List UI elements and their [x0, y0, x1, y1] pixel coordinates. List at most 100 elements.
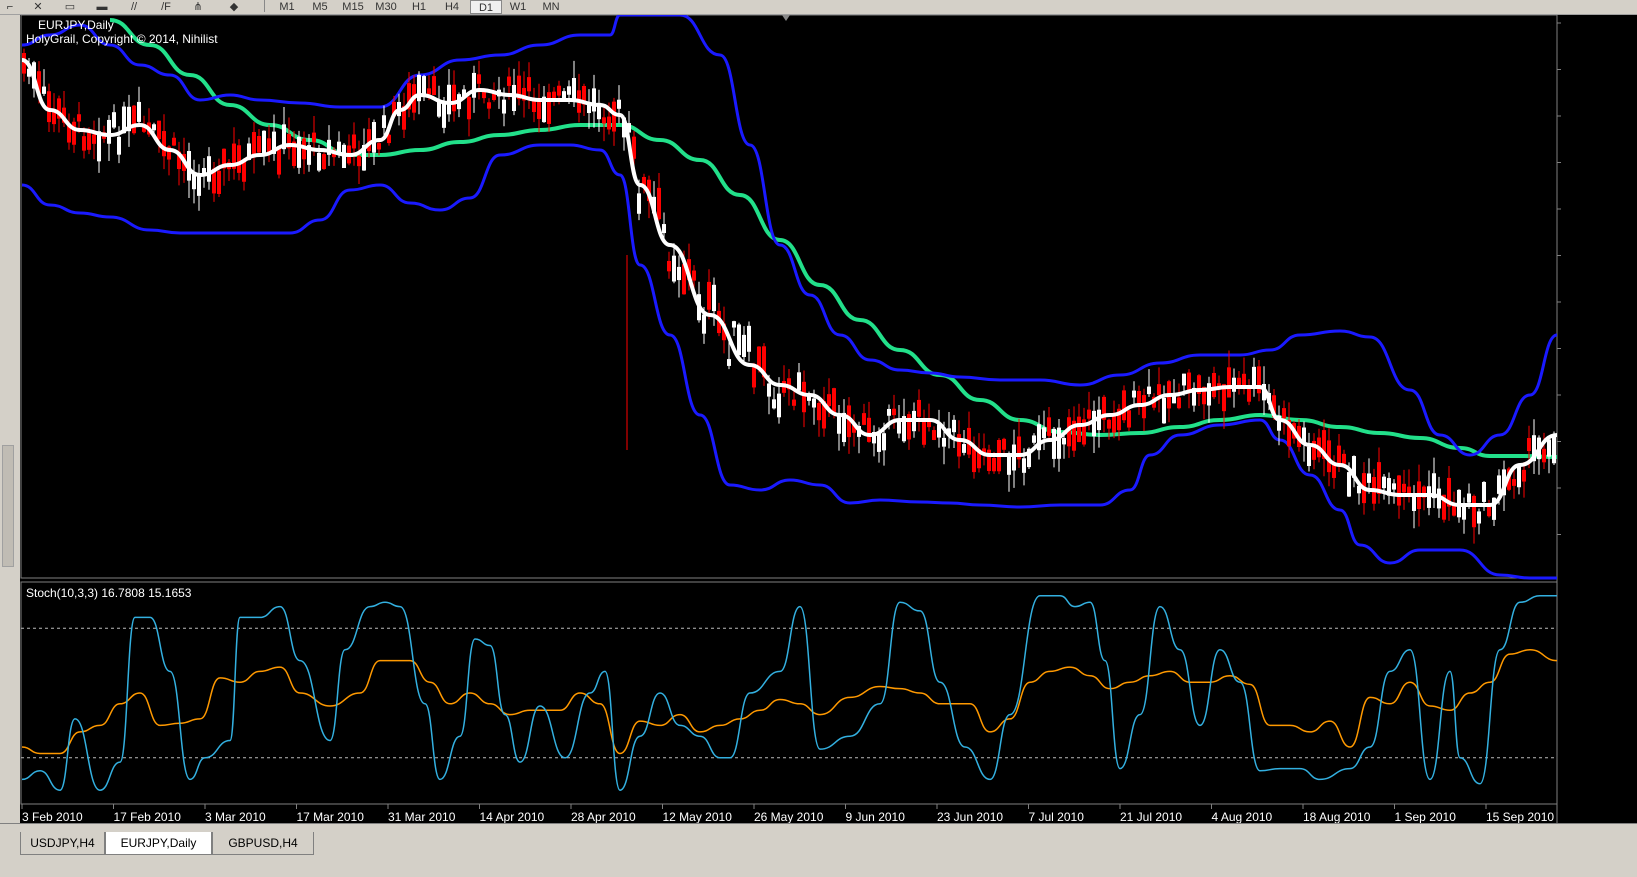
- date-label: 1 Sep 2010: [1395, 810, 1457, 823]
- candle-body: [1127, 410, 1131, 428]
- candle-body: [692, 270, 696, 281]
- timeframe-m1[interactable]: M1: [272, 0, 302, 13]
- candle-body: [1547, 439, 1551, 457]
- candle-body: [617, 99, 621, 109]
- candle-body: [157, 120, 161, 140]
- price-tick-label: 1: [1561, 481, 1568, 495]
- price-tick-label: 1: [1561, 342, 1568, 356]
- trendline-icon[interactable]: //: [126, 0, 142, 13]
- crosshair-icon[interactable]: ✕: [30, 0, 46, 13]
- stoch-level-label: 20: [1559, 753, 1571, 765]
- candle-body: [1207, 383, 1211, 406]
- scrollbar-thumb[interactable]: [2, 445, 14, 567]
- chart-window[interactable]: 1 1 1 1 1 1 1 1 1 1 1 1 100 80 20 0 3 Feb 2010 17 Feb 201…: [20, 15, 1637, 823]
- candle-body: [957, 434, 961, 457]
- candle-body: [667, 260, 671, 272]
- middle-ma-line: [21, 58, 1558, 507]
- date-label: 9 Jun 2010: [846, 810, 906, 823]
- candle-body: [312, 132, 316, 143]
- candle-body: [802, 381, 806, 413]
- date-label: 15 Sep 2010: [1486, 810, 1554, 823]
- cursor-icon[interactable]: ⌐: [2, 0, 18, 13]
- candle-body: [1512, 479, 1516, 486]
- candle-body: [1022, 458, 1026, 473]
- candle-body: [1482, 481, 1486, 502]
- candle-body: [377, 143, 381, 150]
- candle-body: [907, 414, 911, 440]
- candle-body: [942, 437, 946, 447]
- candle-body: [1282, 408, 1286, 419]
- candle-body: [962, 444, 966, 453]
- candle-body: [702, 314, 706, 334]
- candle-body: [1157, 384, 1161, 396]
- candle-body: [1057, 427, 1061, 459]
- fibonacci-icon[interactable]: /F: [158, 0, 174, 13]
- date-label: 17 Mar 2010: [297, 810, 365, 823]
- candle-body: [47, 91, 51, 123]
- candle-body: [502, 99, 506, 114]
- candle-body: [917, 399, 921, 417]
- candle-body: [162, 131, 166, 157]
- candle-body: [707, 281, 711, 310]
- candle-body: [262, 130, 266, 156]
- candle-body: [1472, 495, 1476, 528]
- text-tool-icon[interactable]: ▭: [62, 0, 78, 13]
- timeframe-h4[interactable]: H4: [437, 0, 467, 13]
- candle-body: [1392, 483, 1396, 490]
- candle-body: [1452, 505, 1456, 516]
- chart-tab[interactable]: USDJPY,H4: [20, 832, 105, 855]
- timeframe-m30[interactable]: M30: [371, 0, 401, 13]
- candle-body: [1242, 373, 1246, 387]
- timeframe-m15[interactable]: M15: [338, 0, 368, 13]
- candle-body: [1542, 448, 1546, 463]
- candle-body: [887, 408, 891, 416]
- timeframe-h1[interactable]: H1: [404, 0, 434, 13]
- timeframe-mn[interactable]: MN: [536, 0, 566, 13]
- price-tick-label: 1: [1561, 295, 1568, 309]
- candle-body: [712, 284, 716, 312]
- timeframe-m5[interactable]: M5: [305, 0, 335, 13]
- date-label: 17 Feb 2010: [114, 810, 182, 823]
- timeframe-w1[interactable]: W1: [503, 0, 533, 13]
- date-label: 28 Apr 2010: [571, 810, 636, 823]
- candle-body: [832, 388, 836, 414]
- date-label: 7 Jul 2010: [1029, 810, 1085, 823]
- candle-body: [747, 325, 751, 352]
- candle-body: [1397, 475, 1401, 506]
- candle-body: [357, 155, 361, 167]
- candle-body: [352, 134, 356, 149]
- candle-body: [557, 85, 561, 96]
- candle-body: [447, 84, 451, 115]
- date-label: 26 May 2010: [754, 810, 824, 823]
- candle-body: [567, 86, 571, 95]
- date-label: 3 Feb 2010: [22, 810, 83, 823]
- pitchfork-icon[interactable]: ⋔: [190, 0, 206, 13]
- candle-body: [87, 132, 91, 150]
- candle-body: [677, 266, 681, 281]
- arrow-tool-icon[interactable]: ◆: [226, 0, 242, 13]
- candle-body: [1497, 475, 1501, 494]
- candle-body: [742, 334, 746, 357]
- candle-body: [1467, 493, 1471, 503]
- timeframe-d1[interactable]: D1: [470, 0, 502, 14]
- chart-tab[interactable]: EURJPY,Daily: [105, 832, 212, 855]
- candle-body: [952, 419, 956, 433]
- candle-body: [737, 324, 741, 356]
- stoch-frame: [20, 581, 1558, 805]
- rectangle-tool-icon[interactable]: ▬: [94, 0, 110, 13]
- candle-body: [817, 403, 821, 421]
- candle-body: [107, 119, 111, 144]
- candle-body: [1132, 390, 1136, 398]
- candle-body: [477, 74, 481, 84]
- candle-body: [1237, 377, 1241, 386]
- chart-canvas[interactable]: 1 1 1 1 1 1 1 1 1 1 1 1 100 80 20 0 3 Feb 2010 17 Feb 201…: [20, 15, 1637, 823]
- left-strip: [0, 15, 20, 823]
- price-tick-label: 1: [1561, 63, 1568, 77]
- candle-body: [452, 84, 456, 112]
- chart-tab[interactable]: GBPUSD,H4: [212, 832, 314, 855]
- candle-body: [867, 417, 871, 442]
- lower-band-line: [21, 143, 1557, 580]
- date-label: 18 Aug 2010: [1303, 810, 1371, 823]
- candle-body: [92, 134, 96, 144]
- candle-body: [82, 136, 86, 151]
